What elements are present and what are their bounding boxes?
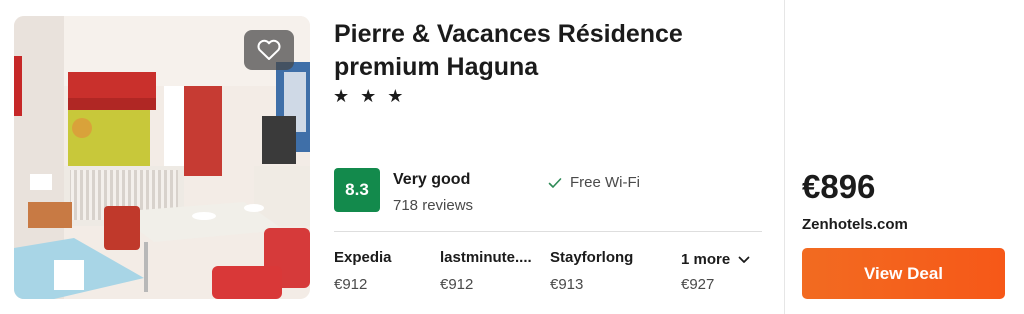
best-price: €896 [802, 168, 876, 205]
more-providers-price: €927 [681, 276, 715, 293]
view-deal-button[interactable]: View Deal [802, 248, 1005, 299]
amenity-label: Free Wi-Fi [570, 174, 640, 191]
hotel-result-card[interactable]: Pierre & Vacances Résidence premium Hagu… [0, 0, 1024, 314]
provider-name: Stayforlong [550, 249, 634, 266]
reviews-count-link[interactable]: 718 reviews [393, 197, 473, 214]
review-score-badge: 8.3 [334, 168, 380, 212]
provider-deal-lastminute[interactable]: lastminute.... €912 [440, 249, 532, 293]
divider [334, 231, 762, 232]
more-providers-label: 1 more [681, 251, 731, 268]
more-providers-dropdown[interactable]: 1 more €927 [681, 251, 750, 293]
best-price-provider: Zenhotels.com [802, 216, 908, 233]
provider-price: €912 [440, 276, 474, 293]
provider-name: Expedia [334, 249, 392, 266]
review-score-label: Very good [393, 171, 471, 188]
hotel-star-rating: ★ ★ ★ [333, 86, 407, 106]
hotel-name[interactable]: Pierre & Vacances Résidence premium Hagu… [334, 18, 764, 84]
provider-deal-stayforlong[interactable]: Stayforlong €913 [550, 249, 633, 293]
favorite-button[interactable] [244, 30, 294, 70]
more-providers-toggle[interactable]: 1 more [681, 251, 750, 268]
heart-outline-icon [257, 39, 281, 60]
provider-name: lastminute.... [440, 249, 532, 266]
check-icon [548, 177, 562, 188]
amenity-free-wifi: Free Wi-Fi [548, 174, 640, 191]
provider-deal-expedia[interactable]: Expedia €912 [334, 249, 392, 293]
provider-price: €913 [550, 276, 584, 293]
provider-price: €912 [334, 276, 368, 293]
column-divider [784, 0, 785, 314]
chevron-down-icon [738, 256, 750, 263]
